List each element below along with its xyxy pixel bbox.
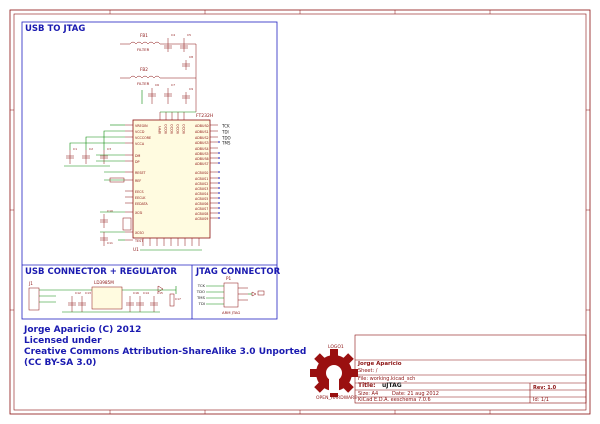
- section-title-jtag-connector: JTAG CONNECTOR: [196, 267, 281, 277]
- ferrite-fb2-label: FB2: [140, 67, 148, 72]
- ic-pin-left-label: XCSI: [135, 211, 142, 215]
- jtag-header: [223, 282, 265, 308]
- ic-pin-top-label: VPHY: [158, 126, 162, 134]
- filter-wires: [141, 90, 196, 113]
- capacitor-ref: C11: [107, 241, 113, 245]
- capacitor-ref: C7: [171, 83, 175, 87]
- ic-pin-left-label: VCCA: [135, 142, 145, 146]
- ic-pin-right-label: ACBUS0: [195, 171, 208, 175]
- ic-pin-right-label: ACBUS5: [195, 197, 208, 201]
- capacitor-ref: C9: [189, 87, 193, 91]
- ic-pin-right-label: ADBUS7: [195, 162, 209, 166]
- ic-pin-top-label: VCCIO: [182, 124, 186, 134]
- usb-connector-ref: J1: [28, 281, 33, 286]
- filter2-label: FILTER: [137, 81, 150, 86]
- capacitor-ref: C8: [189, 55, 193, 59]
- ic-pin-right-label: ACBUS8: [195, 212, 208, 216]
- tb-sheet: Sheet: /: [358, 368, 378, 374]
- open-hardware-logo: [310, 349, 358, 397]
- ic-pin-right-label: ADBUS2: [195, 136, 209, 140]
- jtag-wires: [206, 285, 252, 305]
- capacitor-ref: C12: [75, 291, 81, 295]
- ic-unit-label: U1: [133, 247, 139, 252]
- ic-pin-left-label: VCCD: [135, 130, 145, 134]
- credit-line-1: Jorge Aparicio (C) 2012: [24, 325, 142, 335]
- tb-title-label: Title:: [358, 382, 376, 389]
- capacitor-ref: C5: [187, 33, 191, 37]
- logo-ref: LOGO1: [328, 345, 344, 350]
- tb-title-value: uJTAG: [382, 382, 402, 389]
- title-block: [354, 334, 587, 404]
- ic-pin-top-label: VCCIO: [170, 124, 174, 134]
- jtag-conn-net-label: TMS: [196, 295, 206, 300]
- capacitor-ref: C1: [73, 147, 77, 151]
- jtag-conn-net-label: TDO: [196, 289, 205, 294]
- jtag-conn-labels: TCKTDOTMSTDI: [196, 283, 206, 306]
- ic-pin-left-label: VREGIN: [135, 124, 148, 128]
- credit-line-2: Licensed under: [24, 336, 102, 346]
- ic-pin-left-label: DP: [135, 160, 140, 164]
- ic-pin-left-label: TEST: [134, 239, 144, 243]
- credit-line-3: Creative Commons Attribution-ShareAlike …: [24, 347, 307, 357]
- ic-pin-right-label: ACBUS1: [195, 177, 208, 181]
- section-title-usb-connector: USB CONNECTOR + REGULATOR: [25, 267, 177, 277]
- capacitor-ref: C17: [175, 297, 181, 301]
- tb-company: Jorge Aparicio: [358, 361, 402, 367]
- capacitor-ref: C13: [85, 291, 91, 295]
- tb-id: Id: 1/1: [533, 397, 549, 403]
- capacitor-ref: C6: [155, 83, 159, 87]
- jtag-conn-net-label: TCK: [197, 283, 206, 288]
- ic-pin-top-label: VCCIO: [164, 124, 168, 134]
- ic-pin-left-label: EECLK: [135, 196, 146, 200]
- jtag-net-label: TDI: [221, 130, 229, 135]
- credit-line-4: (CC BY-SA 3.0): [24, 358, 97, 368]
- regulator-label: LD3985M: [94, 280, 114, 285]
- capacitor-ref: C3: [107, 147, 111, 151]
- section-title-usb-to-jtag: USB TO JTAG: [25, 24, 86, 34]
- tb-tool: KiCad E.D.A. eeschema 7.0.6: [358, 397, 431, 403]
- ic-pin-right-label: ACBUS6: [195, 202, 208, 206]
- ic-pin-left-label: DM: [135, 154, 141, 158]
- ic-pin-left-label: REF: [135, 179, 141, 183]
- logo-value: OPEN_HARDWARE: [316, 396, 358, 401]
- ic-pin-right-label: ACBUS3: [195, 187, 208, 191]
- ic-pin-right-label: ADBUS0: [195, 124, 209, 128]
- capacitor-ref: C16: [133, 291, 139, 295]
- ic-pin-right-label: ADBUS1: [195, 130, 209, 134]
- ic-pin-right-label: ADBUS5: [195, 152, 209, 156]
- jtag-net-label: TCK: [221, 124, 230, 129]
- capacitor-ref: C2: [89, 147, 93, 151]
- ic-pin-left-label: XCSO: [135, 231, 144, 235]
- ic-pin-right-label: ACBUS2: [195, 182, 208, 186]
- ic-pin-left-label: EECS: [135, 190, 144, 194]
- ic-pin-top-label: VCCIO: [176, 124, 180, 134]
- ic-ref-label: FT232H: [196, 113, 213, 119]
- capacitor-ref: C14: [143, 291, 149, 295]
- filter-network: [120, 38, 197, 112]
- jtag-net-label: TMS: [221, 141, 231, 146]
- tb-rev: Rev: 1.0: [533, 385, 557, 391]
- jtag-net-labels: TCKTDITDOTMS: [221, 124, 231, 146]
- ic-pin-right-label: ACBUS4: [195, 192, 208, 196]
- jtag-conn-net-label: TDI: [198, 301, 205, 306]
- ic-pin-left-label: VCCCORE: [135, 136, 151, 140]
- ic-pin-right-label: ADBUS4: [195, 147, 209, 151]
- ic-pin-right-label: ACBUS9: [195, 217, 208, 221]
- capacitor-ref: C10: [107, 209, 113, 213]
- ic-pin-left-label: RESET: [135, 171, 147, 175]
- ic-pin-right-label: ACBUS7: [195, 207, 208, 211]
- left-wires: [64, 124, 125, 241]
- jtag-header-label: ARM JTAG: [222, 310, 240, 315]
- capacitor-ref: C4: [171, 33, 175, 37]
- ic-pin-right-label: ADBUS3: [195, 141, 209, 145]
- crystal: [100, 214, 132, 246]
- left-decoupling-caps: [66, 150, 108, 164]
- ferrite-fb1-label: FB1: [140, 33, 148, 38]
- ic-pin-left-label: EEDATA: [135, 202, 148, 206]
- ic-pin-right-label: ADBUS6: [195, 157, 209, 161]
- filter1-label: FILTER: [137, 47, 150, 52]
